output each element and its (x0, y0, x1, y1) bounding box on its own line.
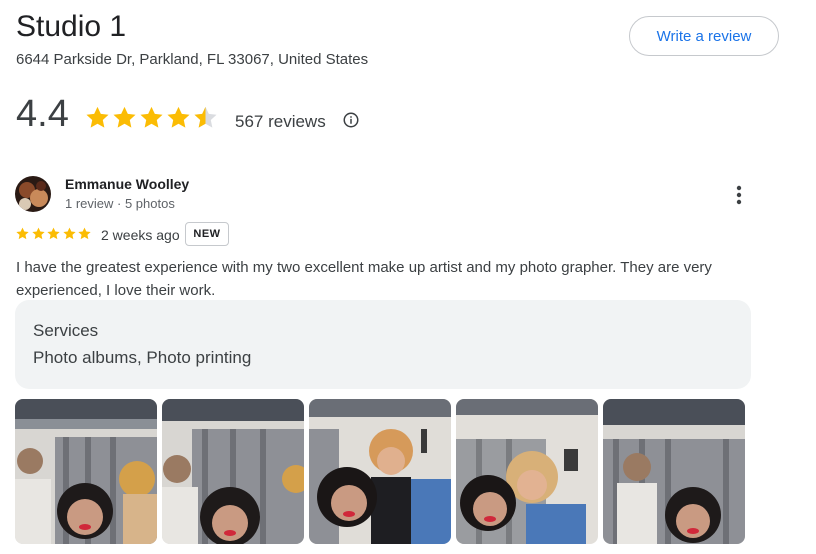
write-review-button[interactable]: Write a review (629, 16, 779, 56)
star-icon (31, 227, 45, 240)
review-photo[interactable] (456, 399, 598, 544)
reviewer-name[interactable]: Emmanue Woolley (65, 176, 189, 192)
review-count[interactable]: 567 reviews (235, 112, 326, 132)
place-address: 6644 Parkside Dr, Parkland, FL 33067, Un… (16, 51, 369, 68)
services-title: Services (33, 321, 99, 340)
place-title: Studio 1 (16, 10, 127, 43)
review-stars (15, 226, 93, 241)
review-age: 2 weeks ago (101, 227, 180, 243)
star-icon (86, 106, 109, 128)
reviewer-meta: 1 review · 5 photos (65, 196, 175, 211)
rating-value: 4.4 (16, 93, 69, 135)
review-photo[interactable] (162, 399, 304, 544)
review-text: I have the greatest experience with my t… (16, 259, 712, 299)
reviewer-avatar[interactable] (15, 176, 51, 212)
more-vert-icon[interactable] (730, 184, 748, 206)
star-icon (16, 227, 29, 240)
review-photo[interactable] (15, 399, 157, 544)
review-photo[interactable] (309, 399, 451, 544)
rating-stars (84, 104, 219, 131)
review-photos (15, 399, 745, 544)
star-icon (167, 106, 190, 128)
star-half-icon (194, 106, 217, 128)
new-badge: NEW (185, 222, 229, 246)
services-value: Photo albums, Photo printing (33, 348, 252, 367)
star-icon (78, 227, 91, 240)
star-icon (47, 227, 60, 240)
review-photo[interactable] (603, 399, 745, 544)
star-icon (140, 106, 163, 128)
info-icon[interactable] (342, 111, 360, 129)
services-panel: Services Photo albums, Photo printing (15, 300, 751, 389)
star-icon (62, 227, 76, 240)
star-icon (113, 106, 136, 128)
